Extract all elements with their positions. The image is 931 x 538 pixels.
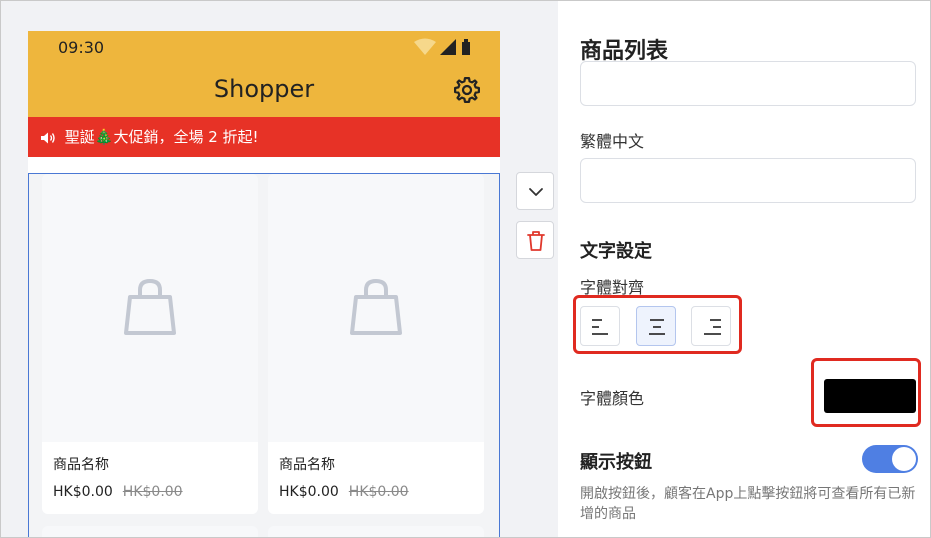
shopping-bag-icon bbox=[124, 278, 176, 335]
toggle-knob bbox=[892, 447, 916, 471]
traditional-chinese-label: 繁體中文 bbox=[580, 132, 645, 151]
collapse-button[interactable] bbox=[516, 172, 554, 210]
highlight-box bbox=[811, 358, 921, 427]
trash-icon bbox=[527, 231, 545, 251]
product-list-selected[interactable]: 商品名称 HK$0.00 HK$0.00 商品名称 HK$0.00 HK$0.0… bbox=[28, 173, 500, 537]
status-icons bbox=[414, 38, 470, 55]
product-original-price: HK$0.00 bbox=[122, 484, 183, 500]
product-info: 商品名称 HK$0.00 HK$0.00 bbox=[268, 442, 484, 514]
product-price-row: HK$0.00 HK$0.00 bbox=[53, 484, 183, 500]
show-button-heading: 顯示按鈕 bbox=[580, 452, 652, 473]
promo-banner[interactable]: 聖誕🎄大促銷，全場 2 折起! bbox=[28, 117, 500, 157]
wifi-icon bbox=[414, 38, 436, 55]
traditional-chinese-input[interactable] bbox=[580, 158, 916, 203]
product-info: 商品名称 HK$0.00 HK$0.00 bbox=[42, 442, 258, 514]
product-image bbox=[268, 174, 484, 442]
battery-icon bbox=[462, 42, 470, 55]
product-name: 商品名称 bbox=[279, 457, 335, 473]
delete-button[interactable] bbox=[516, 221, 554, 259]
app-header: 09:30 Shopper bbox=[28, 31, 500, 117]
text-input-partial[interactable] bbox=[580, 61, 916, 106]
product-card-partial bbox=[268, 526, 484, 537]
product-name: 商品名称 bbox=[53, 457, 109, 473]
show-button-toggle[interactable] bbox=[862, 445, 918, 473]
product-price: HK$0.00 bbox=[279, 484, 339, 500]
status-time: 09:30 bbox=[58, 38, 105, 57]
phone-preview: 09:30 Shopper 聖誕🎄大促銷，全場 2 折起! 商品名称 HK$0.… bbox=[28, 31, 500, 537]
product-price: HK$0.00 bbox=[53, 484, 113, 500]
banner-text: 聖誕🎄大促銷，全場 2 折起! bbox=[64, 128, 259, 146]
shopping-bag-icon bbox=[350, 278, 402, 335]
show-button-description: 開啟按鈕後，顧客在App上點擊按鈕將可查看所有已新增的商品 bbox=[580, 486, 916, 522]
product-price-row: HK$0.00 HK$0.00 bbox=[279, 484, 409, 500]
settings-panel: 商品列表 繁體中文 文字設定 字體對齊 字體顏色 顯示按鈕 開啟按鈕後，顧客在A… bbox=[558, 1, 930, 537]
signal-icon bbox=[440, 39, 456, 55]
preview-canvas: 09:30 Shopper 聖誕🎄大促銷，全場 2 折起! 商品名称 HK$0.… bbox=[1, 1, 558, 537]
app-window: 09:30 Shopper 聖誕🎄大促銷，全場 2 折起! 商品名称 HK$0.… bbox=[0, 0, 931, 538]
product-original-price: HK$0.00 bbox=[348, 484, 409, 500]
product-card-partial bbox=[42, 526, 258, 537]
product-card[interactable]: 商品名称 HK$0.00 HK$0.00 bbox=[42, 174, 258, 514]
font-color-label: 字體顏色 bbox=[580, 389, 645, 408]
speaker-icon bbox=[41, 132, 55, 143]
product-image bbox=[42, 174, 258, 442]
gear-icon[interactable] bbox=[452, 75, 482, 105]
highlight-box bbox=[573, 295, 742, 354]
app-title: Shopper bbox=[213, 75, 315, 103]
chevron-down-icon bbox=[529, 188, 543, 196]
text-settings-heading: 文字設定 bbox=[580, 241, 652, 262]
product-card[interactable]: 商品名称 HK$0.00 HK$0.00 bbox=[268, 174, 484, 514]
